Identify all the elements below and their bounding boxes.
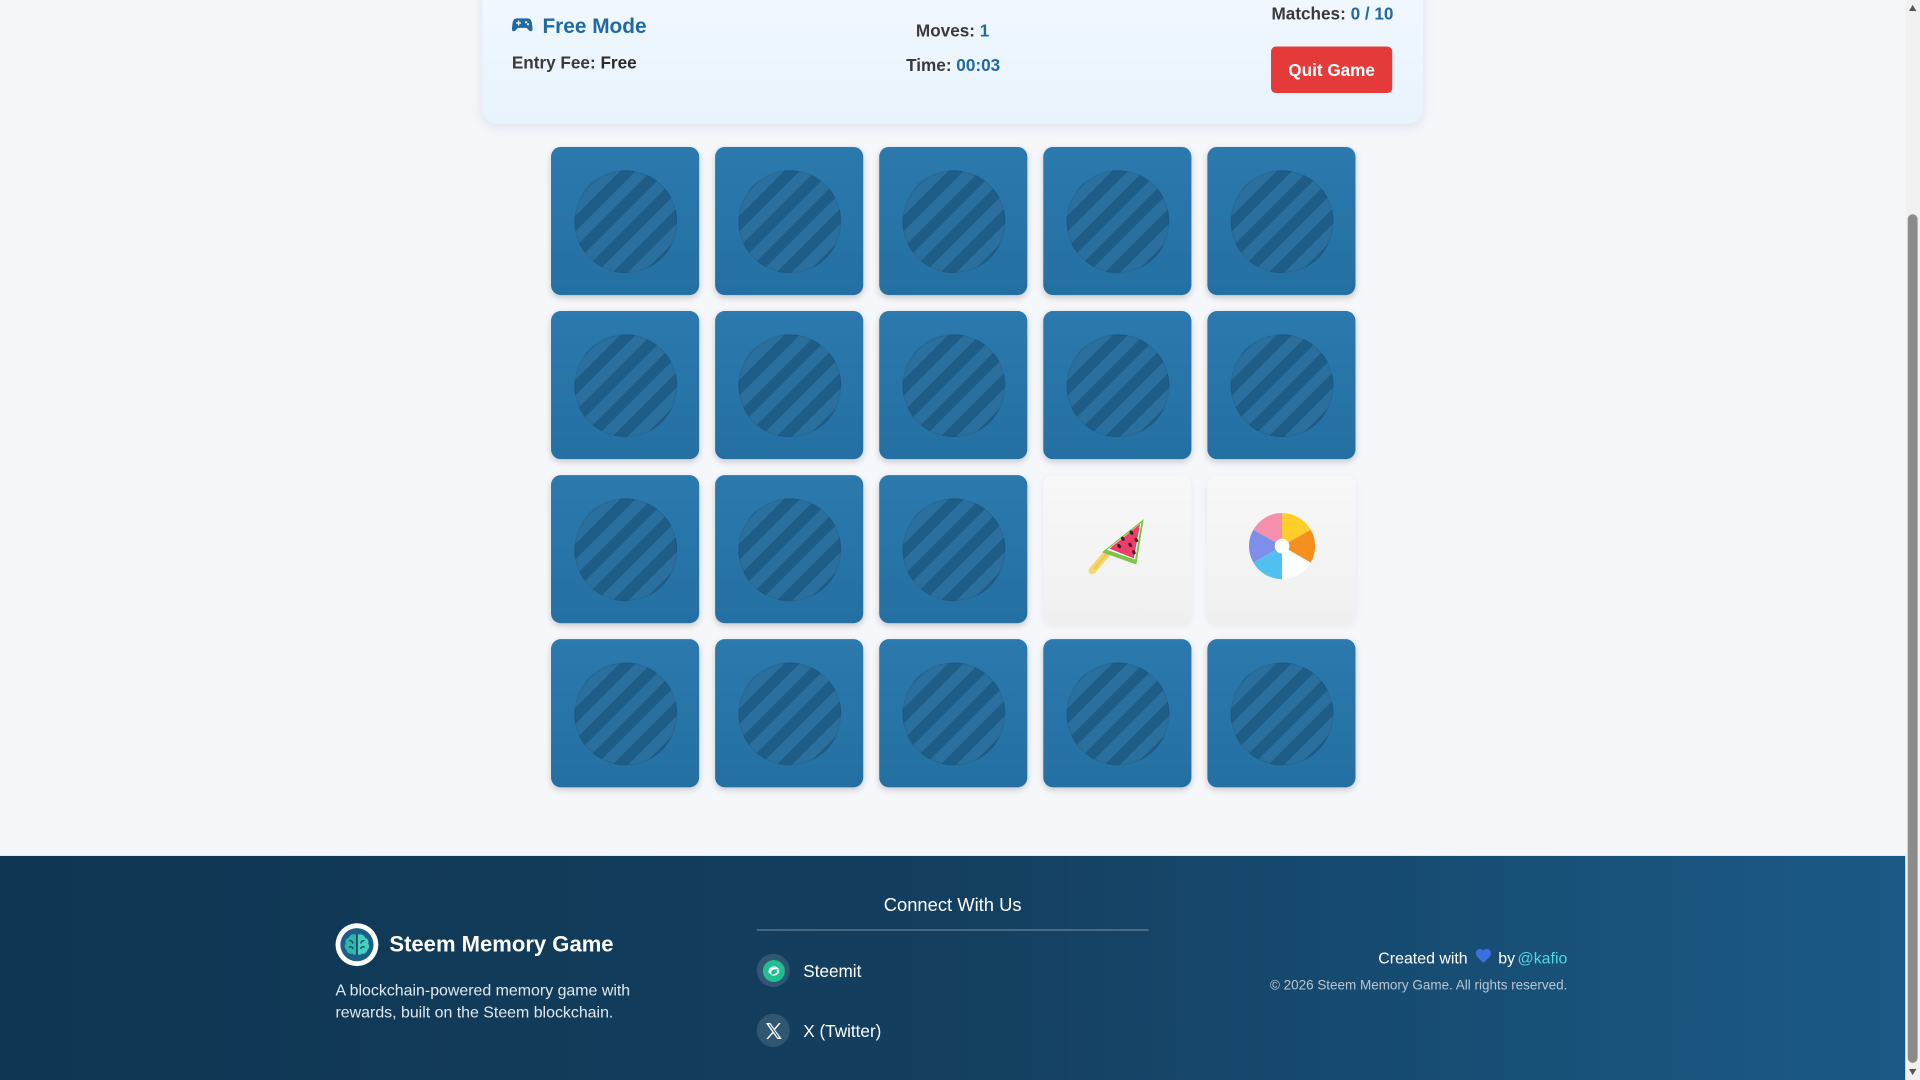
entry-fee-label: Entry Fee:	[511, 52, 596, 73]
entry-fee-value: Free	[600, 52, 637, 73]
memory-card-hidden[interactable]	[1043, 311, 1192, 460]
gamepad-icon	[511, 15, 533, 38]
card-back-pattern	[1065, 333, 1169, 437]
card-back-pattern	[901, 169, 1005, 273]
memory-card-hidden[interactable]	[551, 475, 700, 624]
credit-prefix: Created with	[1378, 948, 1468, 968]
memory-card-hidden[interactable]	[1043, 639, 1192, 788]
card-back-pattern	[737, 661, 841, 765]
scroll-up-arrow-icon[interactable]	[1908, 4, 1917, 12]
card-back-pattern	[573, 661, 677, 765]
quit-game-button[interactable]: Quit Game	[1271, 46, 1393, 94]
memory-card-hidden[interactable]	[715, 146, 864, 296]
memory-card-hidden[interactable]	[715, 639, 864, 788]
footer: Steem Memory Game A blockchain-powered m…	[0, 855, 1906, 1080]
memory-card-hidden[interactable]	[1043, 146, 1192, 296]
time-value: 00:03	[956, 55, 1001, 75]
card-back-pattern	[1065, 169, 1169, 273]
moves-counter: Moves: 1	[916, 21, 989, 41]
card-back-pattern	[573, 497, 677, 601]
card-back-pattern	[1230, 333, 1333, 437]
scroll-down-arrow-icon[interactable]	[1908, 1068, 1917, 1076]
x-twitter-icon	[756, 1013, 790, 1047]
copyright: © 2026 Steem Memory Game. All rights res…	[1269, 978, 1568, 994]
memory-card-hidden[interactable]	[879, 639, 1028, 788]
memory-card-hidden[interactable]	[1207, 311, 1356, 460]
time-label: Time:	[906, 55, 952, 75]
card-back-pattern	[737, 497, 841, 601]
memory-card-hidden[interactable]	[551, 639, 700, 788]
footer-brand: Steem Memory Game	[335, 923, 614, 967]
memory-card-hidden[interactable]	[879, 146, 1028, 296]
steemit-label: Steemit	[803, 960, 862, 981]
scrollbar-thumb[interactable]	[1907, 214, 1918, 1063]
heart-icon	[1475, 948, 1491, 967]
footer-description: A blockchain-powered memory game with re…	[335, 980, 631, 1022]
page-scrollbar[interactable]	[1905, 0, 1920, 1080]
card-back-pattern	[1230, 661, 1333, 765]
moves-value: 1	[979, 20, 990, 41]
card-back-pattern	[1065, 661, 1169, 765]
memory-card-hidden[interactable]	[879, 311, 1028, 460]
memory-card-hidden[interactable]	[1207, 639, 1356, 788]
author-link[interactable]: @kafio	[1518, 949, 1568, 967]
memory-card-hidden[interactable]	[551, 311, 700, 460]
memory-card-revealed[interactable]	[1207, 475, 1356, 624]
mode-indicator: Free Mode	[511, 14, 647, 39]
card-back-pattern	[901, 497, 1005, 601]
x-twitter-label: X (Twitter)	[803, 1020, 882, 1041]
memory-card-hidden[interactable]	[715, 475, 864, 624]
steemit-icon	[756, 953, 790, 987]
steemit-link[interactable]: Steemit	[756, 953, 862, 987]
beach-ball-icon	[1245, 509, 1318, 589]
memory-card-hidden[interactable]	[1207, 146, 1356, 296]
x-twitter-link[interactable]: X (Twitter)	[756, 1013, 882, 1047]
credit-by: by	[1498, 948, 1516, 968]
matches-counter: Matches: 0 / 10	[1271, 4, 1393, 24]
watermelon-popsicle-icon	[1081, 509, 1154, 589]
brain-icon	[335, 923, 379, 967]
mode-title: Free Mode	[542, 14, 647, 38]
credit-line: Created with by @kafio	[1378, 948, 1568, 968]
footer-brand-name: Steem Memory Game	[389, 931, 614, 957]
memory-card-revealed[interactable]	[1043, 475, 1192, 624]
card-back-pattern	[901, 661, 1005, 765]
card-back-pattern	[573, 333, 677, 437]
card-back-pattern	[901, 333, 1005, 437]
matches-label: Matches:	[1271, 3, 1346, 24]
matches-value: 0 / 10	[1350, 3, 1394, 24]
memory-card-hidden[interactable]	[551, 146, 700, 296]
card-back-pattern	[1230, 169, 1333, 273]
card-back-pattern	[737, 333, 841, 437]
card-back-pattern	[737, 169, 841, 273]
entry-fee: Entry Fee: Free	[512, 53, 637, 73]
memory-card-hidden[interactable]	[879, 475, 1028, 624]
memory-card-hidden[interactable]	[715, 311, 864, 460]
connect-heading: Connect With Us	[883, 895, 1022, 916]
card-back-pattern	[573, 169, 677, 273]
card-grid	[551, 146, 1356, 788]
timer: Time: 00:03	[906, 55, 1000, 75]
connect-divider	[756, 929, 1149, 931]
game-stats-panel: Free Mode Entry Fee: Free Moves: 1 Time:…	[482, 0, 1423, 124]
moves-label: Moves:	[915, 20, 975, 41]
